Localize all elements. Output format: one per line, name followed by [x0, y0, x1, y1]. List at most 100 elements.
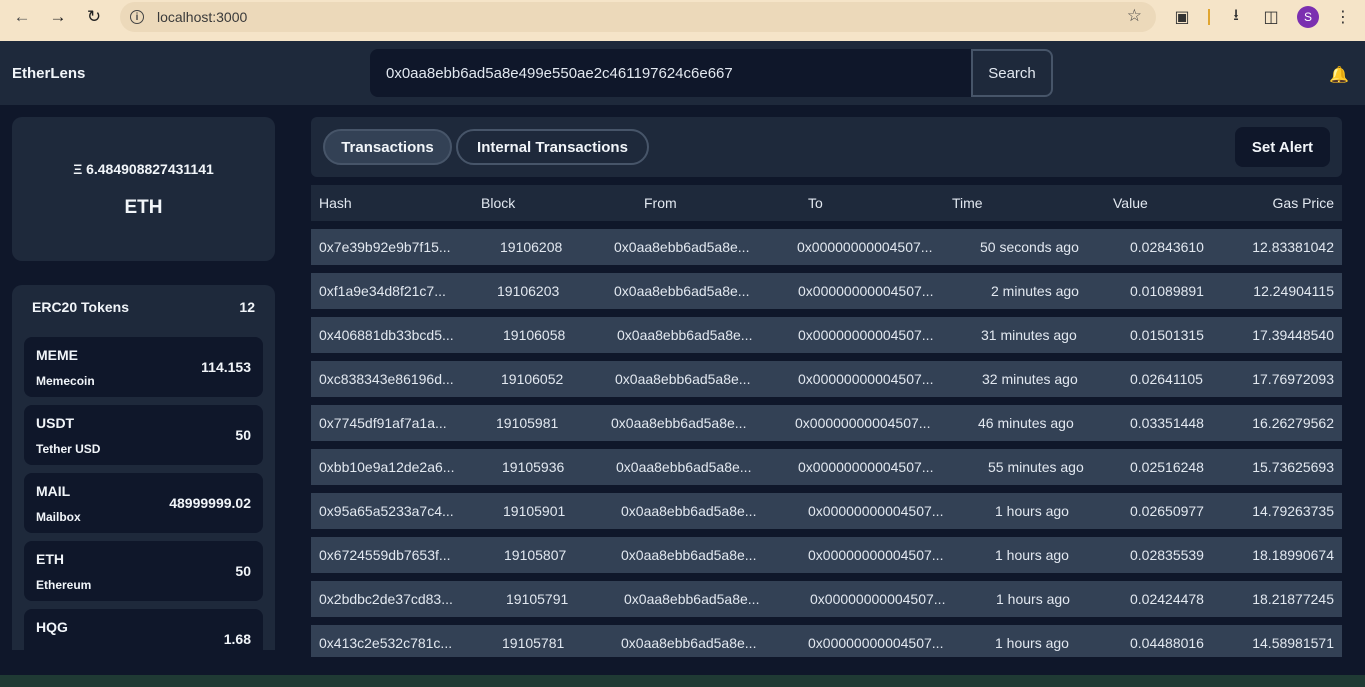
address-bar[interactable]: i localhost:3000 ☆ — [120, 2, 1156, 32]
menu-kebab-icon[interactable]: ⋮ — [1332, 6, 1354, 28]
cell-to[interactable]: 0x00000000004507... — [797, 239, 932, 255]
cell-to[interactable]: 0x00000000004507... — [808, 635, 943, 651]
tab-internal-transactions[interactable]: Internal Transactions — [456, 129, 649, 165]
cell-from[interactable]: 0x0aa8ebb6ad5a8e... — [611, 415, 746, 431]
table-body: 0x7e39b92e9b7f15... 19106208 0x0aa8ebb6ad5… — [311, 229, 1342, 657]
cell-block[interactable]: 19105781 — [502, 635, 564, 651]
cell-gas-price: 16.26279562 — [1252, 415, 1334, 431]
cell-gas-price: 17.39448540 — [1252, 327, 1334, 343]
extensions-icon[interactable]: ▣ — [1171, 6, 1193, 28]
table-row[interactable]: 0xbb10e9a12de2a6... 19105936 0x0aa8ebb6ad5… — [311, 449, 1342, 485]
bell-icon[interactable]: 🔔 — [1329, 65, 1349, 85]
search-input[interactable] — [370, 49, 971, 97]
cell-time: 2 minutes ago — [991, 283, 1079, 299]
url-text: localhost:3000 — [157, 9, 248, 25]
token-balance: 114.153 — [201, 359, 251, 375]
table-row[interactable]: 0xf1a9e34d8f21c7... 19106203 0x0aa8ebb6ad5… — [311, 273, 1342, 309]
cell-hash[interactable]: 0x95a65a5233a7c4... — [319, 503, 454, 519]
cell-hash[interactable]: 0x7745df91af7a1a... — [319, 415, 447, 431]
cell-block[interactable]: 19106052 — [501, 371, 563, 387]
cell-value: 0.02516248 — [1130, 459, 1204, 475]
cell-time: 50 seconds ago — [980, 239, 1079, 255]
toolbar-separator — [1208, 9, 1210, 25]
cell-time: 1 hours ago — [995, 635, 1069, 651]
cell-hash[interactable]: 0xf1a9e34d8f21c7... — [319, 283, 446, 299]
search-bar: Search — [370, 49, 1053, 97]
table-row[interactable]: 0x406881db33bcd5... 19106058 0x0aa8ebb6ad5… — [311, 317, 1342, 353]
chrome-divider — [0, 34, 1365, 41]
cell-from[interactable]: 0x0aa8ebb6ad5a8e... — [621, 503, 756, 519]
cell-from[interactable]: 0x0aa8ebb6ad5a8e... — [614, 239, 749, 255]
token-item[interactable]: MAIL Mailbox 48999999.02 — [24, 473, 263, 533]
app-brand[interactable]: EtherLens — [12, 65, 85, 82]
cell-value: 0.02835539 — [1130, 547, 1204, 563]
token-item[interactable]: MEME Memecoin 114.153 — [24, 337, 263, 397]
column-header-time: Time — [952, 195, 983, 211]
cell-gas-price: 12.83381042 — [1252, 239, 1334, 255]
cell-to[interactable]: 0x00000000004507... — [798, 327, 933, 343]
cell-block[interactable]: 19105901 — [503, 503, 565, 519]
table-row[interactable]: 0x7e39b92e9b7f15... 19106208 0x0aa8ebb6ad5… — [311, 229, 1342, 265]
cell-block[interactable]: 19105936 — [502, 459, 564, 475]
cell-from[interactable]: 0x0aa8ebb6ad5a8e... — [617, 327, 752, 343]
cell-from[interactable]: 0x0aa8ebb6ad5a8e... — [615, 371, 750, 387]
search-button[interactable]: Search — [971, 49, 1053, 97]
token-list: MEME Memecoin 114.153 USDT Tether USD 50… — [24, 337, 263, 650]
forward-icon[interactable]: → — [47, 6, 69, 28]
cell-from[interactable]: 0x0aa8ebb6ad5a8e... — [621, 547, 756, 563]
cell-from[interactable]: 0x0aa8ebb6ad5a8e... — [616, 459, 751, 475]
cell-hash[interactable]: 0xbb10e9a12de2a6... — [319, 459, 454, 475]
set-alert-button[interactable]: Set Alert — [1235, 127, 1330, 167]
cell-hash[interactable]: 0x406881db33bcd5... — [319, 327, 454, 343]
cell-time: 1 hours ago — [996, 591, 1070, 607]
token-item[interactable]: HQG 1.68 — [24, 609, 263, 650]
cell-block[interactable]: 19105807 — [504, 547, 566, 563]
table-row[interactable]: 0x6724559db7653f... 19105807 0x0aa8ebb6ad5… — [311, 537, 1342, 573]
token-item[interactable]: ETH Ethereum 50 — [24, 541, 263, 601]
os-taskbar — [0, 675, 1365, 687]
cell-hash[interactable]: 0x6724559db7653f... — [319, 547, 451, 563]
cell-block[interactable]: 19106208 — [500, 239, 562, 255]
table-row[interactable]: 0x7745df91af7a1a... 19105981 0x0aa8ebb6ad5… — [311, 405, 1342, 441]
token-item[interactable]: USDT Tether USD 50 — [24, 405, 263, 465]
column-header-gas-price: Gas Price — [1272, 195, 1334, 211]
cell-block[interactable]: 19105791 — [506, 591, 568, 607]
cell-to[interactable]: 0x00000000004507... — [798, 371, 933, 387]
cell-to[interactable]: 0x00000000004507... — [808, 503, 943, 519]
cell-to[interactable]: 0x00000000004507... — [798, 459, 933, 475]
table-row[interactable]: 0x413c2e532c781c... 19105781 0x0aa8ebb6ad5… — [311, 625, 1342, 657]
cell-gas-price: 15.73625693 — [1252, 459, 1334, 475]
side-panel-icon[interactable]: ◫ — [1260, 6, 1282, 28]
cell-gas-price: 14.58981571 — [1252, 635, 1334, 651]
cell-from[interactable]: 0x0aa8ebb6ad5a8e... — [624, 591, 759, 607]
table-row[interactable]: 0x2bdbc2de37cd83... 19105791 0x0aa8ebb6ad5… — [311, 581, 1342, 617]
tab-transactions[interactable]: Transactions — [323, 129, 452, 165]
cell-from[interactable]: 0x0aa8ebb6ad5a8e... — [614, 283, 749, 299]
cell-to[interactable]: 0x00000000004507... — [808, 547, 943, 563]
cell-time: 55 minutes ago — [988, 459, 1084, 475]
cell-to[interactable]: 0x00000000004507... — [798, 283, 933, 299]
reload-icon[interactable]: ↻ — [83, 6, 105, 28]
download-icon[interactable]: ⭳ — [1225, 6, 1247, 28]
table-row[interactable]: 0xc838343e86196d... 19106052 0x0aa8ebb6ad5… — [311, 361, 1342, 397]
browser-toolbar: ← → ↻ i localhost:3000 ☆ ▣ ⭳ ◫ S ⋮ — [0, 0, 1365, 34]
cell-from[interactable]: 0x0aa8ebb6ad5a8e... — [621, 635, 756, 651]
token-symbol: MEME — [36, 347, 78, 363]
cell-to[interactable]: 0x00000000004507... — [795, 415, 930, 431]
cell-gas-price: 14.79263735 — [1252, 503, 1334, 519]
cell-block[interactable]: 19106203 — [497, 283, 559, 299]
back-icon[interactable]: ← — [11, 6, 33, 28]
cell-block[interactable]: 19105981 — [496, 415, 558, 431]
eth-balance: Ξ 6.484908827431141 — [73, 161, 214, 177]
site-info-icon[interactable]: i — [130, 10, 144, 24]
cell-to[interactable]: 0x00000000004507... — [810, 591, 945, 607]
table-row[interactable]: 0x95a65a5233a7c4... 19105901 0x0aa8ebb6ad5… — [311, 493, 1342, 529]
bookmark-star-icon[interactable]: ☆ — [1127, 6, 1142, 26]
cell-hash[interactable]: 0x2bdbc2de37cd83... — [319, 591, 453, 607]
profile-avatar[interactable]: S — [1297, 6, 1319, 28]
cell-gas-price: 18.21877245 — [1252, 591, 1334, 607]
cell-hash[interactable]: 0xc838343e86196d... — [319, 371, 454, 387]
cell-block[interactable]: 19106058 — [503, 327, 565, 343]
cell-hash[interactable]: 0x413c2e532c781c... — [319, 635, 452, 651]
cell-hash[interactable]: 0x7e39b92e9b7f15... — [319, 239, 451, 255]
